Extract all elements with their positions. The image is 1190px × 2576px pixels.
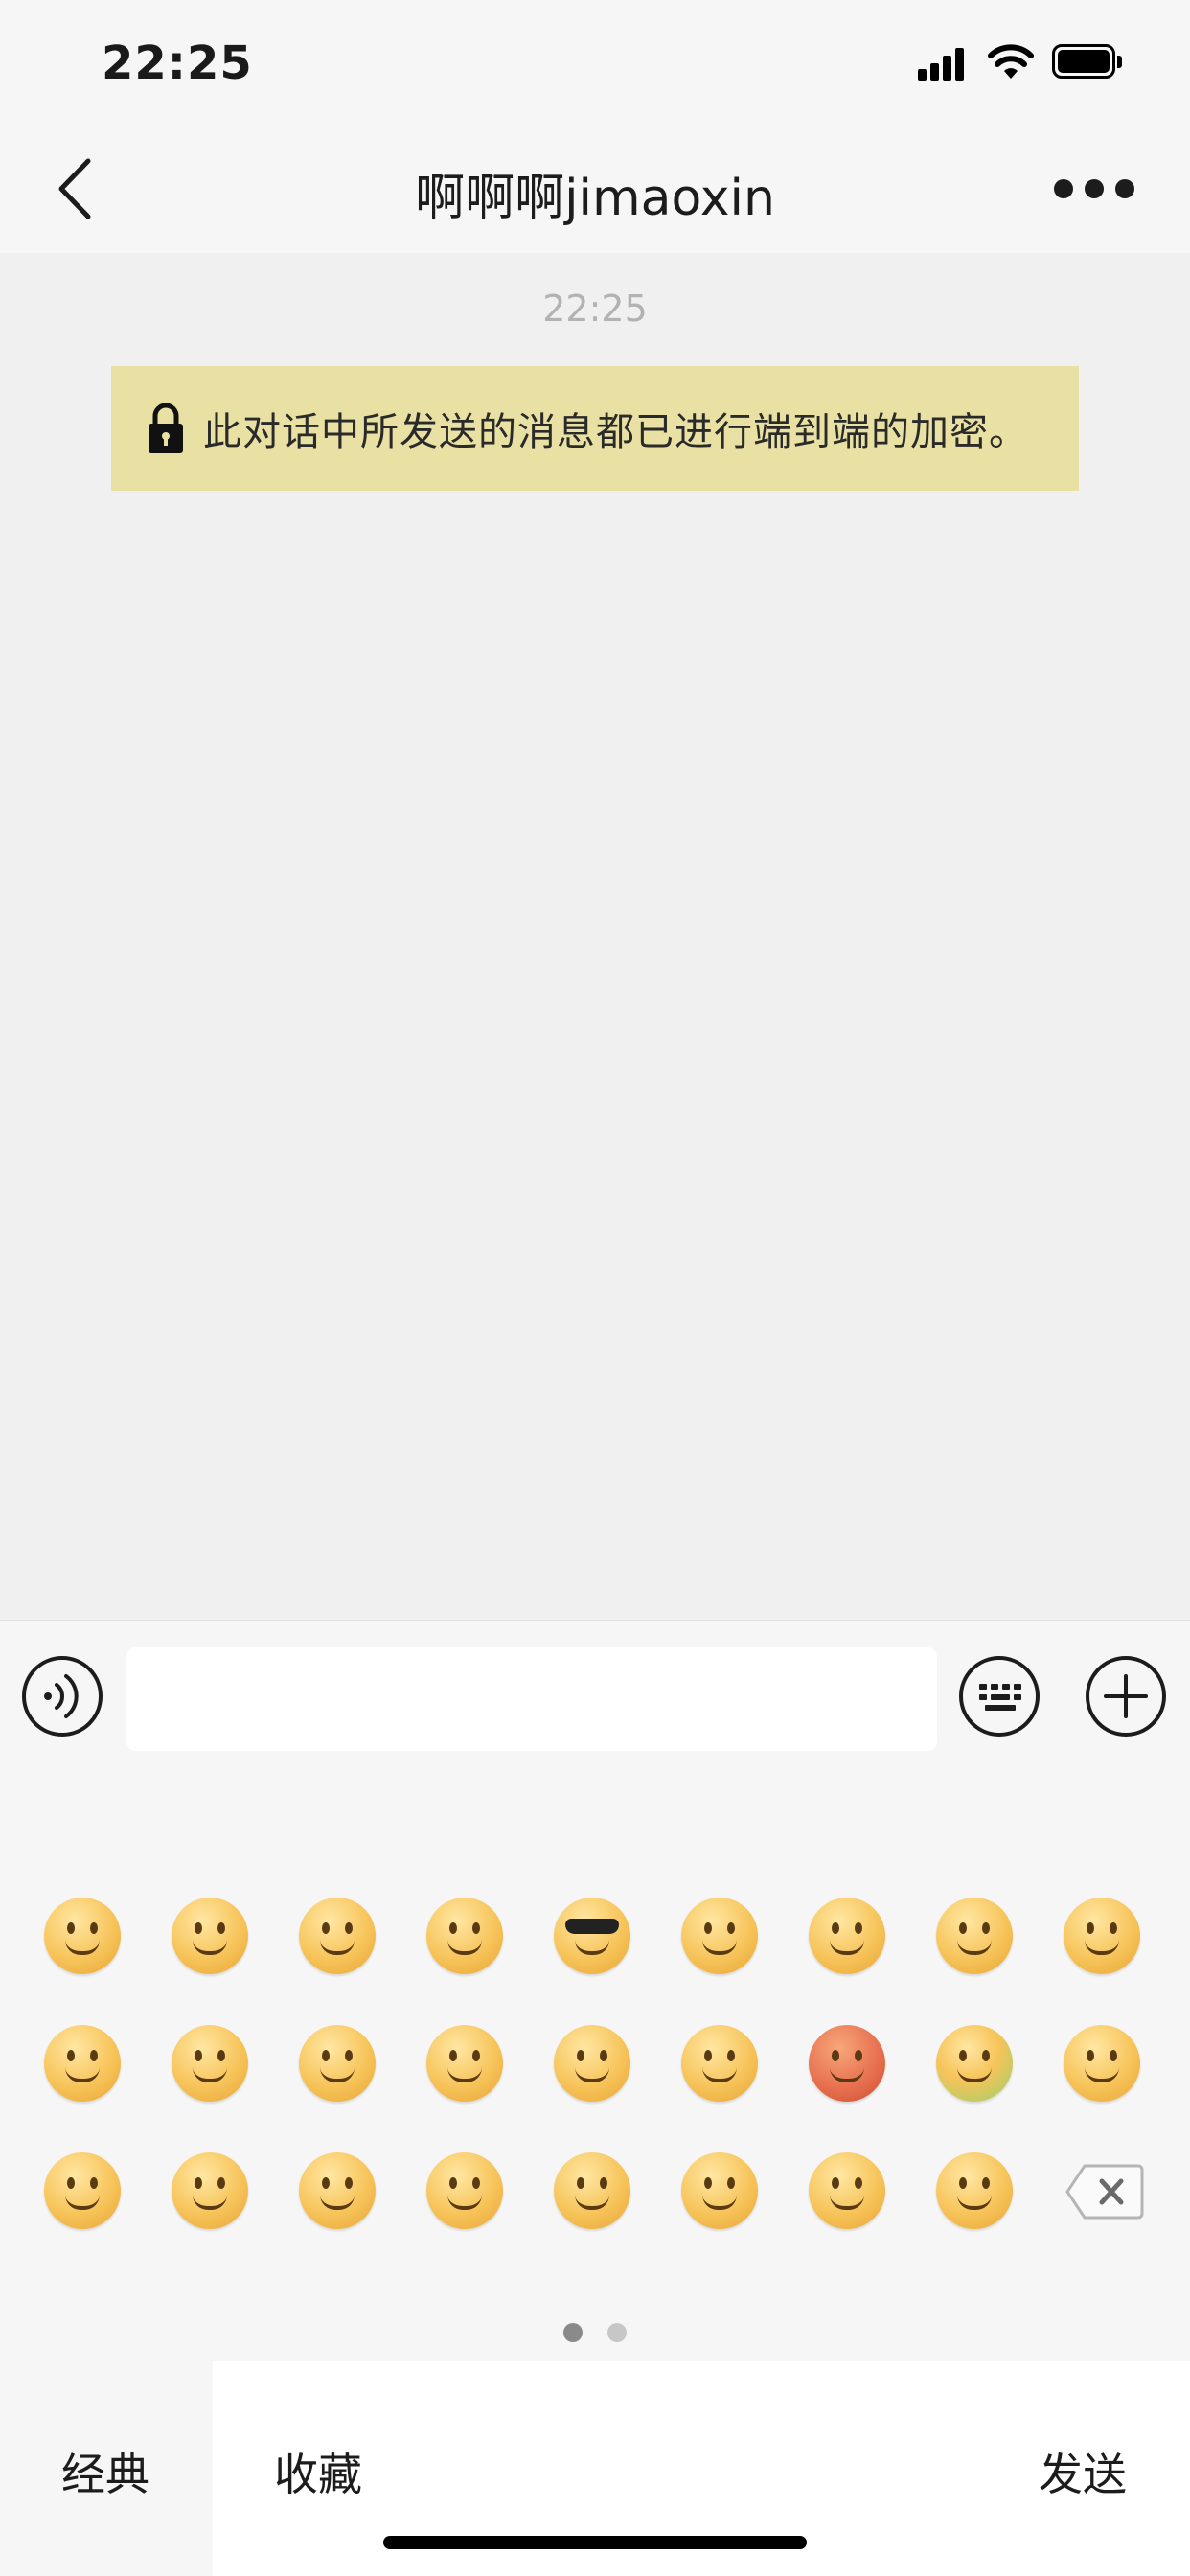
chat-timestamp: 22:25 <box>542 288 648 330</box>
tab-classic-label: 经典 <box>61 2449 149 2500</box>
home-indicator <box>383 2536 807 2549</box>
encryption-notice: 此对话中所发送的消息都已进行端到端的加密。 <box>111 366 1079 491</box>
emoji-pouting-icon[interactable] <box>44 2152 125 2233</box>
emoji-awkward-icon[interactable] <box>44 2025 125 2105</box>
emoji-row <box>44 2025 1146 2111</box>
emoji-shocked-icon[interactable] <box>1064 2025 1144 2105</box>
emoji-chuckle-icon[interactable] <box>554 2152 634 2233</box>
emoji-grimace-icon[interactable] <box>426 1898 507 1978</box>
page-dot <box>563 2323 583 2342</box>
status-time: 22:25 <box>102 36 253 90</box>
send-button[interactable]: 发送 <box>1039 2440 1127 2503</box>
emoji-laughing-cry-icon[interactable] <box>426 2152 507 2233</box>
emoji-row <box>44 2152 1146 2239</box>
emoji-money-eyes-icon[interactable] <box>554 2025 634 2105</box>
emoji-grin-icon[interactable] <box>172 1898 252 1978</box>
lock-icon <box>149 402 183 453</box>
voice-icon[interactable] <box>21 1655 103 1737</box>
emoji-shy-icon[interactable] <box>681 2152 762 2233</box>
emoji-smile-icon[interactable] <box>44 1898 125 1978</box>
page-dot <box>607 2323 627 2342</box>
emoji-blush-icon[interactable] <box>299 2152 379 2233</box>
ellipsis-icon[interactable] <box>1054 174 1134 203</box>
nav-bar: 啊啊啊jimaoxin <box>0 125 1190 253</box>
emoji-crying-icon[interactable] <box>1064 1898 1144 1978</box>
emoji-hands-together-icon[interactable] <box>172 2025 252 2105</box>
emoji-row <box>44 1898 1146 1984</box>
tab-classic[interactable]: 经典 <box>0 2361 213 2576</box>
status-bar: 22:25 <box>0 0 1190 125</box>
emoji-angry-teeth-icon[interactable] <box>681 1898 762 1978</box>
wifi-icon <box>988 44 1034 79</box>
emoji-vomit-icon[interactable] <box>936 2025 1017 2105</box>
emoji-relaxed-icon[interactable] <box>809 2152 889 2233</box>
plus-icon[interactable] <box>1085 1655 1167 1737</box>
emoji-smirk-icon[interactable] <box>809 1898 889 1978</box>
chat-area[interactable]: 22:25 此对话中所发送的消息都已进行端到端的加密。 <box>0 253 1190 1620</box>
cellular-signal-icon <box>918 48 970 80</box>
emoji-heart-eyes-icon[interactable] <box>172 2152 252 2233</box>
emoji-sweat-icon[interactable] <box>936 1898 1017 1978</box>
emoji-question-icon[interactable] <box>681 2025 762 2105</box>
emoji-wink-icon[interactable] <box>936 2152 1017 2233</box>
tab-favorites[interactable]: 收藏 <box>274 2440 362 2503</box>
input-bar <box>0 1620 1190 1774</box>
emoji-keyboard-icon[interactable] <box>958 1655 1041 1737</box>
emoji-frown-icon[interactable] <box>299 2025 379 2105</box>
emoji-panel <box>0 1773 1190 2361</box>
encryption-notice-text: 此对话中所发送的消息都已进行端到端的加密。 <box>203 410 1028 454</box>
battery-icon <box>1052 44 1125 80</box>
backspace-icon[interactable] <box>1065 2164 1144 2220</box>
message-input[interactable] <box>126 1647 937 1751</box>
chat-title: 啊啊啊jimaoxin <box>415 170 775 227</box>
emoji-tongue-icon[interactable] <box>299 1898 379 1978</box>
page-indicator <box>0 2323 1190 2342</box>
emoji-thinking-icon[interactable] <box>426 2025 507 2105</box>
emoji-red-face-icon[interactable] <box>809 2025 889 2105</box>
emoji-cool-icon[interactable] <box>554 1898 634 1978</box>
